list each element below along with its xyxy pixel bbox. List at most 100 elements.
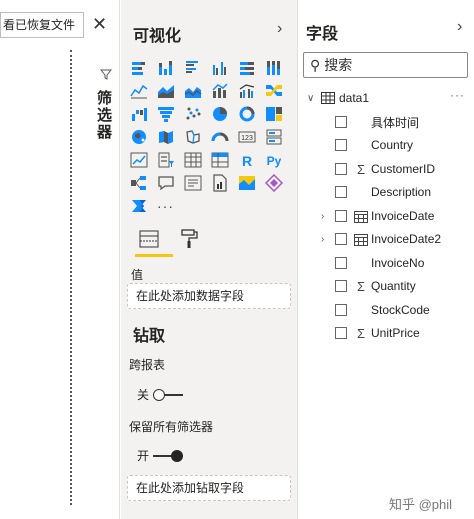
- table-icon: [321, 92, 335, 104]
- 100-stacked-bar-icon[interactable]: [233, 56, 260, 79]
- gauge-icon[interactable]: [206, 125, 233, 148]
- pane-tabs: [135, 224, 198, 258]
- field-checkbox[interactable]: [335, 139, 347, 151]
- field-row[interactable]: Country: [321, 135, 471, 155]
- shape-map-icon[interactable]: [179, 125, 206, 148]
- field-row[interactable]: StockCode: [321, 300, 471, 320]
- field-checkbox[interactable]: [335, 280, 347, 292]
- filters-pane-collapsed[interactable]: 筛选器: [86, 46, 118, 519]
- field-label: CustomerID: [371, 162, 436, 176]
- field-checkbox[interactable]: [335, 233, 347, 245]
- table-icon[interactable]: [179, 148, 206, 171]
- field-row[interactable]: › InvoiceDate2: [321, 229, 471, 249]
- stacked-bar-chart-icon[interactable]: [125, 56, 152, 79]
- qa-visual-icon[interactable]: [152, 171, 179, 194]
- kpi-icon[interactable]: [125, 148, 152, 171]
- values-dropzone[interactable]: 在此处添加数据字段: [127, 283, 291, 309]
- field-row[interactable]: Σ CustomerID: [321, 159, 471, 179]
- field-label: Description: [371, 185, 432, 199]
- field-label: UnitPrice: [371, 326, 420, 340]
- toggle-state-label: 开: [137, 449, 150, 463]
- fields-tab[interactable]: [135, 224, 163, 254]
- line-chart-icon[interactable]: [125, 79, 152, 102]
- field-checkbox[interactable]: [335, 210, 347, 222]
- toggle-knob[interactable]: [171, 449, 184, 462]
- visualizations-pane: 可视化 › 123 R Py ··· 值 在此处添加数据字段 钻取 跨报表 关 …: [121, 0, 297, 519]
- donut-chart-icon[interactable]: [233, 102, 260, 125]
- area-chart-icon[interactable]: [152, 79, 179, 102]
- drillthrough-title: 钻取: [133, 328, 166, 345]
- python-visual-icon[interactable]: Py: [260, 148, 287, 171]
- line-and-clustered-column-icon[interactable]: [233, 79, 260, 102]
- search-icon: ⚲: [310, 56, 321, 73]
- field-row[interactable]: Σ Quantity: [321, 276, 471, 296]
- ribbon-chart-icon[interactable]: [260, 79, 287, 102]
- field-checkbox[interactable]: [335, 116, 347, 128]
- more-visuals-icon[interactable]: ···: [152, 194, 179, 217]
- chevron-right-icon[interactable]: ›: [457, 18, 462, 36]
- chevron-down-icon[interactable]: ∨: [307, 93, 319, 104]
- table-node[interactable]: ∨ data1 ···: [307, 88, 467, 108]
- line-and-column-chart-icon[interactable]: [206, 79, 233, 102]
- power-apps-icon[interactable]: [260, 171, 287, 194]
- decomposition-tree-icon[interactable]: [179, 171, 206, 194]
- paginated-report-icon[interactable]: [206, 171, 233, 194]
- clustered-column-chart-icon[interactable]: [206, 56, 233, 79]
- matrix-icon[interactable]: [206, 148, 233, 171]
- power-automate-icon[interactable]: [125, 194, 152, 217]
- chevron-right-icon[interactable]: ›: [277, 20, 282, 38]
- stacked-area-chart-icon[interactable]: [179, 79, 206, 102]
- 100-stacked-column-icon[interactable]: [260, 56, 287, 79]
- chevron-right-icon[interactable]: ›: [321, 234, 333, 245]
- recovered-files-button[interactable]: 看已恢复文件: [0, 12, 84, 38]
- arcgis-map-icon[interactable]: [233, 171, 260, 194]
- field-icon-spacer: [353, 138, 369, 152]
- multi-row-card-icon[interactable]: [260, 125, 287, 148]
- search-input[interactable]: ⚲ 搜索: [303, 52, 468, 78]
- funnel-chart-icon[interactable]: [152, 102, 179, 125]
- sigma-icon: Σ: [356, 161, 366, 177]
- field-row[interactable]: Description: [321, 182, 471, 202]
- dotted-divider: [70, 50, 72, 505]
- waterfall-chart-icon[interactable]: [125, 102, 152, 125]
- search-placeholder: 搜索: [324, 57, 353, 73]
- field-checkbox[interactable]: [335, 163, 347, 175]
- scatter-chart-icon[interactable]: [179, 102, 206, 125]
- field-row[interactable]: Σ UnitPrice: [321, 323, 471, 343]
- drillthrough-dropzone[interactable]: 在此处添加钻取字段: [127, 475, 291, 501]
- field-label: InvoiceDate: [371, 209, 435, 223]
- funnel-icon[interactable]: [99, 68, 113, 83]
- field-row[interactable]: › InvoiceDate: [321, 206, 471, 226]
- card-icon[interactable]: 123: [233, 125, 260, 148]
- svg-text:R: R: [241, 153, 251, 169]
- r-script-visual-icon[interactable]: R: [233, 148, 260, 171]
- toggle-knob[interactable]: [153, 388, 166, 401]
- keep-filters-toggle[interactable]: 开: [137, 447, 184, 464]
- field-label: Quantity: [371, 279, 416, 293]
- fields-title: 字段: [306, 26, 339, 43]
- field-checkbox[interactable]: [335, 257, 347, 269]
- key-influencers-icon[interactable]: [125, 171, 152, 194]
- treemap-icon[interactable]: [260, 102, 287, 125]
- power-bi-panes: 看已恢复文件 ✕ 筛选器 可视化 › 123 R Py ··· 值 在此处添加数…: [0, 0, 474, 519]
- field-checkbox[interactable]: [335, 304, 347, 316]
- field-row[interactable]: 具体时间: [321, 112, 471, 132]
- cross-report-toggle[interactable]: 关: [137, 386, 184, 403]
- close-icon[interactable]: ✕: [92, 14, 107, 34]
- chevron-right-icon[interactable]: ›: [321, 211, 333, 222]
- sigma-icon: Σ: [356, 278, 366, 294]
- field-checkbox[interactable]: [335, 186, 347, 198]
- slicer-icon[interactable]: [152, 148, 179, 171]
- stacked-column-chart-icon[interactable]: [152, 56, 179, 79]
- field-row[interactable]: InvoiceNo: [321, 253, 471, 273]
- field-icon-spacer: [353, 115, 369, 129]
- clustered-bar-chart-icon[interactable]: [179, 56, 206, 79]
- pie-chart-icon[interactable]: [206, 102, 233, 125]
- filters-title[interactable]: 筛选器: [95, 90, 114, 141]
- format-tab[interactable]: [175, 224, 203, 254]
- more-options-icon[interactable]: ···: [450, 88, 465, 102]
- field-checkbox[interactable]: [335, 327, 347, 339]
- map-icon[interactable]: [125, 125, 152, 148]
- values-label: 值: [131, 268, 144, 282]
- filled-map-icon[interactable]: [152, 125, 179, 148]
